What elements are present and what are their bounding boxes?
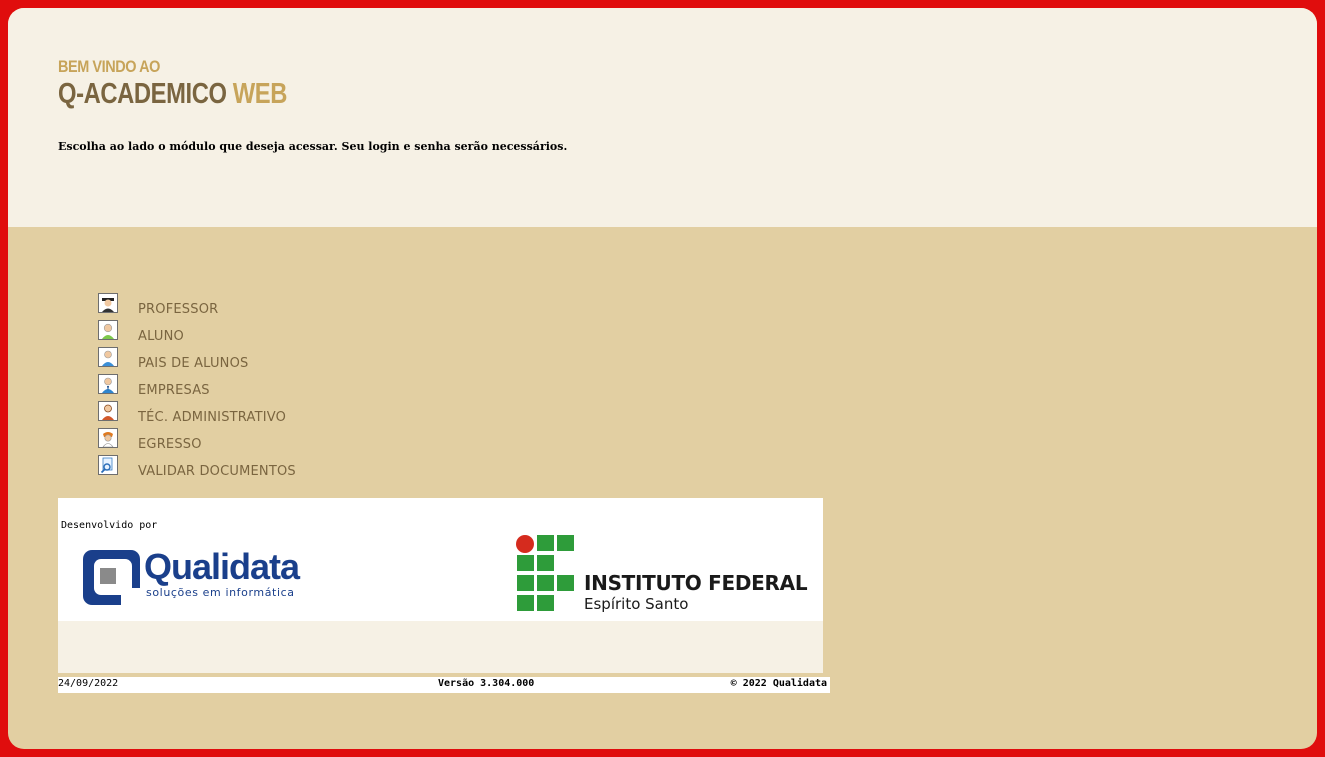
professor-icon[interactable] <box>98 293 118 313</box>
module-label[interactable]: EMPRESAS <box>138 383 210 398</box>
developer-banner: Desenvolvido por Qualidata soluções em i… <box>58 498 823 621</box>
student-icon[interactable] <box>98 320 118 340</box>
validate-documents-icon[interactable] <box>98 455 118 475</box>
module-label[interactable]: PROFESSOR <box>138 302 218 317</box>
qualidata-name: Qualidata <box>144 546 300 587</box>
banner-lower-panel <box>58 621 823 673</box>
app-name-accent: WEB <box>232 78 288 110</box>
footer-copyright: © 2022 Qualidata <box>730 678 827 689</box>
graduate-icon[interactable] <box>98 428 118 448</box>
welcome-text: BEM VINDO AO <box>58 57 160 76</box>
module-label[interactable]: PAIS DE ALUNOS <box>138 356 249 371</box>
module-label[interactable]: EGRESSO <box>138 437 202 452</box>
companies-icon[interactable] <box>98 374 118 394</box>
qualidata-logo-icon <box>83 550 140 605</box>
footer-version: Versão 3.304.000 <box>438 678 535 689</box>
qualidata-slogan: soluções em informática <box>146 586 295 599</box>
page-frame: BEM VINDO AO Q-ACADEMICO WEB Escolha ao … <box>8 8 1317 749</box>
institution-name: INSTITUTO FEDERAL <box>584 571 808 595</box>
header-panel: BEM VINDO AO Q-ACADEMICO WEB Escolha ao … <box>8 8 1317 227</box>
intro-text: Escolha ao lado o módulo que deseja aces… <box>58 140 568 153</box>
admin-staff-icon[interactable] <box>98 401 118 421</box>
parents-icon[interactable] <box>98 347 118 367</box>
app-title: Q-ACADEMICO WEB <box>58 78 287 111</box>
module-label[interactable]: ALUNO <box>138 329 184 344</box>
footer-bar: 24/09/2022 Versão 3.304.000 © 2022 Quali… <box>58 677 830 693</box>
instituto-federal-logo-icon <box>516 535 574 611</box>
app-name: Q-ACADEMICO <box>58 78 227 110</box>
module-label[interactable]: TÉC. ADMINISTRATIVO <box>138 410 286 425</box>
module-label[interactable]: VALIDAR DOCUMENTOS <box>138 464 296 479</box>
footer-date: 24/09/2022 <box>58 678 119 689</box>
institution-campus: Espírito Santo <box>584 595 689 613</box>
developed-by-label: Desenvolvido por <box>61 520 158 531</box>
